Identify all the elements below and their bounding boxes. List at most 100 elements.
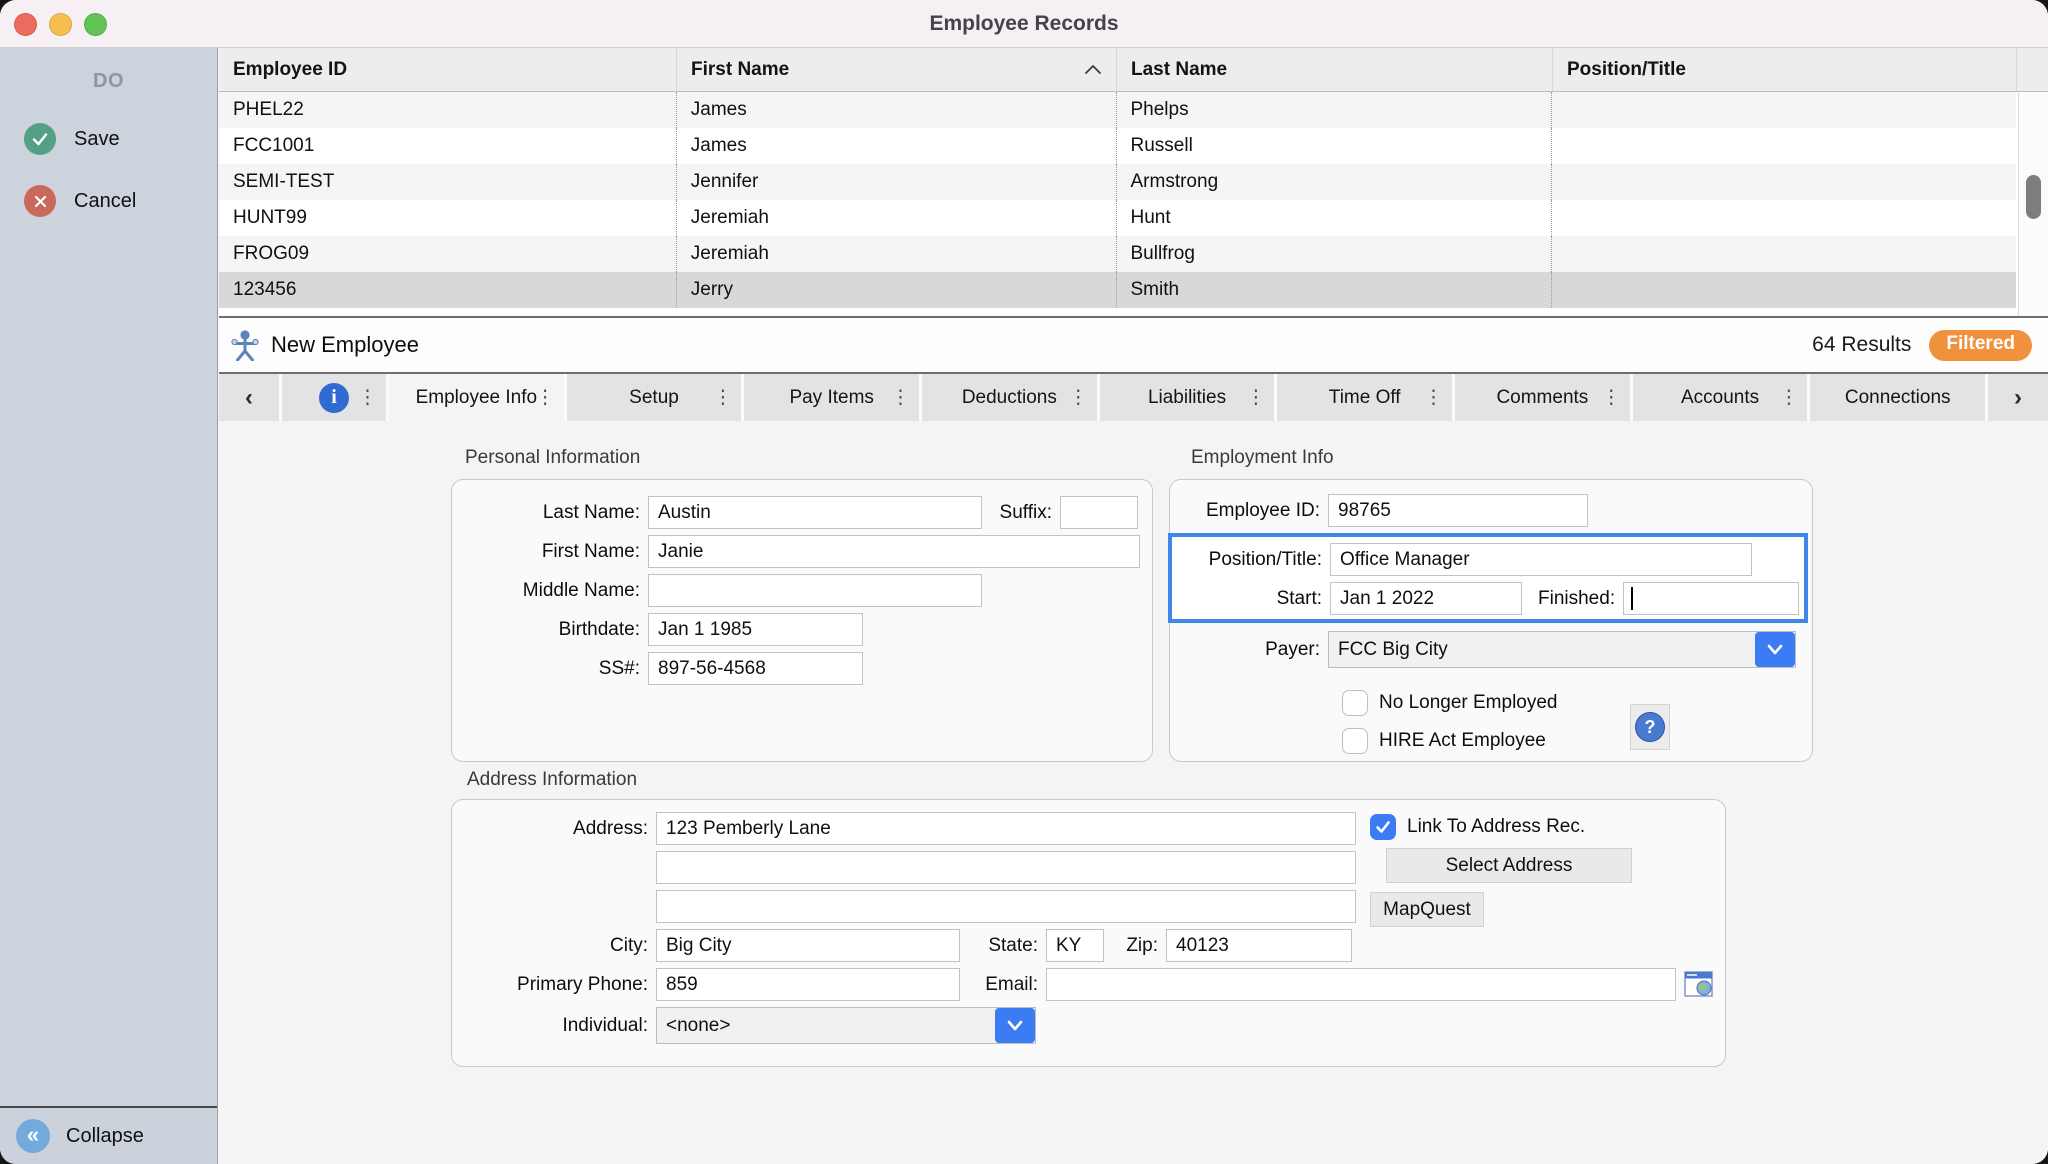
individual-label: Individual: <box>452 1015 656 1037</box>
web-browser-globe-icon[interactable] <box>1684 971 1714 998</box>
table-row[interactable]: SEMI-TEST Jennifer Armstrong <box>219 164 2016 200</box>
city-input[interactable] <box>656 929 960 962</box>
state-input[interactable] <box>1046 929 1104 962</box>
checkbox-unchecked-icon[interactable] <box>1342 690 1368 716</box>
zip-input[interactable] <box>1166 929 1352 962</box>
tab-overflow-icon: ⋮ <box>713 386 732 409</box>
address-label: Address: <box>452 818 656 840</box>
column-header-last-name[interactable]: Last Name <box>1117 48 1553 91</box>
tab-accounts[interactable]: Accounts⋮ <box>1633 374 1808 421</box>
close-window-button[interactable] <box>14 13 37 36</box>
last-name-input[interactable] <box>648 496 982 529</box>
table-row[interactable]: HUNT99 Jeremiah Hunt <box>219 200 2016 236</box>
tab-deductions[interactable]: Deductions⋮ <box>922 374 1097 421</box>
payer-dropdown[interactable]: FCC Big City <box>1328 631 1796 668</box>
save-label: Save <box>74 128 120 151</box>
tab-overflow-icon: ⋮ <box>1602 386 1621 409</box>
tabs-scroll-right-button[interactable]: › <box>1988 374 2048 421</box>
address-line3-input[interactable] <box>656 890 1356 923</box>
suffix-label: Suffix: <box>1000 502 1060 524</box>
save-button[interactable]: Save <box>0 123 217 155</box>
address-info-title: Address Information <box>467 769 637 791</box>
tab-connections[interactable]: Connections <box>1810 374 1985 421</box>
no-longer-employed-checkbox[interactable]: No Longer Employed <box>1342 690 1812 716</box>
checkbox-unchecked-icon[interactable] <box>1342 728 1368 754</box>
window-controls <box>14 0 107 48</box>
vertical-scrollbar[interactable] <box>2018 92 2048 316</box>
employee-info-form: Personal Information Last Name: Suffix: … <box>219 421 2048 1164</box>
sidebar: DO Save Cancel « Collapse <box>0 48 218 1164</box>
last-name-label: Last Name: <box>452 502 648 524</box>
state-label: State: <box>960 935 1046 957</box>
record-bar: New Employee 64 Results Filtered <box>219 318 2048 374</box>
tab-comments[interactable]: Comments⋮ <box>1455 374 1630 421</box>
tab-time-off[interactable]: Time Off⋮ <box>1277 374 1452 421</box>
ssn-input[interactable] <box>648 652 863 685</box>
mapquest-button[interactable]: MapQuest <box>1370 892 1484 927</box>
text-cursor <box>1631 587 1633 610</box>
zip-label: Zip: <box>1104 935 1166 957</box>
table-row[interactable]: FCC1001 James Russell <box>219 128 2016 164</box>
record-title: New Employee <box>271 332 419 358</box>
primary-phone-input[interactable] <box>656 968 960 1001</box>
collapse-label: Collapse <box>66 1125 144 1148</box>
checkbox-checked-icon[interactable] <box>1370 814 1396 840</box>
start-label: Start: <box>1172 588 1330 610</box>
window-title: Employee Records <box>0 12 2048 36</box>
tab-setup[interactable]: Setup⋮ <box>567 374 742 421</box>
check-circle-icon <box>24 123 56 155</box>
column-header-first-name[interactable]: First Name <box>677 48 1117 91</box>
table-row[interactable]: PHEL22 James Phelps <box>219 92 2016 128</box>
address-line1-input[interactable] <box>656 812 1356 845</box>
hire-act-checkbox[interactable]: HIRE Act Employee <box>1342 728 1812 754</box>
column-header-employee-id[interactable]: Employee ID <box>219 48 677 91</box>
birthdate-input[interactable] <box>648 613 863 646</box>
chevron-down-icon[interactable] <box>995 1008 1035 1043</box>
link-to-address-checkbox[interactable]: Link To Address Rec. <box>1370 814 1632 840</box>
start-date-input[interactable] <box>1330 582 1522 615</box>
table-row[interactable]: FROG09 Jeremiah Bullfrog <box>219 236 2016 272</box>
email-input[interactable] <box>1046 968 1676 1001</box>
table-body: PHEL22 James Phelps FCC1001 James Russel… <box>219 92 2016 308</box>
collapse-button[interactable]: « Collapse <box>0 1106 217 1164</box>
tab-overflow-icon: ⋮ <box>891 386 910 409</box>
hire-act-help-button[interactable]: ? <box>1630 704 1670 750</box>
tab-liabilities[interactable]: Liabilities⋮ <box>1100 374 1275 421</box>
scrollbar-thumb[interactable] <box>2026 175 2041 219</box>
tab-overflow-icon: ⋮ <box>1424 386 1443 409</box>
table-row-selected[interactable]: 123456 Jerry Smith <box>219 272 2016 308</box>
collapse-chevrons-icon: « <box>16 1119 50 1153</box>
column-header-position-title[interactable]: Position/Title <box>1553 48 2017 91</box>
email-label: Email: <box>960 974 1046 996</box>
minimize-window-button[interactable] <box>49 13 72 36</box>
table-header-row: Employee ID First Name Last Name Positio… <box>219 48 2048 92</box>
filtered-badge[interactable]: Filtered <box>1929 330 2032 361</box>
employee-id-input[interactable] <box>1328 494 1588 527</box>
cancel-button[interactable]: Cancel <box>0 185 217 217</box>
position-title-input[interactable] <box>1330 543 1752 576</box>
zoom-window-button[interactable] <box>84 13 107 36</box>
tab-employee-info[interactable]: Employee Info⋮ <box>389 374 564 421</box>
address-line2-input[interactable] <box>656 851 1356 884</box>
personal-info-title: Personal Information <box>465 447 640 469</box>
tab-record-info[interactable]: i ⋮ <box>282 374 386 421</box>
middle-name-label: Middle Name: <box>452 580 648 602</box>
suffix-input[interactable] <box>1060 496 1138 529</box>
employee-id-label: Employee ID: <box>1170 500 1328 522</box>
tab-overflow-icon: ⋮ <box>1069 386 1088 409</box>
sidebar-header: DO <box>0 48 217 93</box>
focused-field-group: Position/Title: Start: Finished: <box>1168 533 1808 623</box>
individual-dropdown[interactable]: <none> <box>656 1007 1036 1044</box>
tab-pay-items[interactable]: Pay Items⋮ <box>744 374 919 421</box>
select-address-button[interactable]: Select Address <box>1386 848 1632 883</box>
chevron-down-icon[interactable] <box>1755 632 1795 667</box>
question-mark-icon: ? <box>1635 712 1665 742</box>
sort-ascending-icon <box>1084 64 1102 75</box>
payer-label: Payer: <box>1170 639 1328 661</box>
personal-info-box: Last Name: Suffix: First Name: Middle Na… <box>451 479 1153 762</box>
finished-date-input[interactable] <box>1623 582 1799 615</box>
middle-name-input[interactable] <box>648 574 982 607</box>
tabs-scroll-left-button[interactable]: ‹ <box>219 374 279 421</box>
first-name-input[interactable] <box>648 535 1140 568</box>
tab-overflow-icon: ⋮ <box>1779 386 1798 409</box>
